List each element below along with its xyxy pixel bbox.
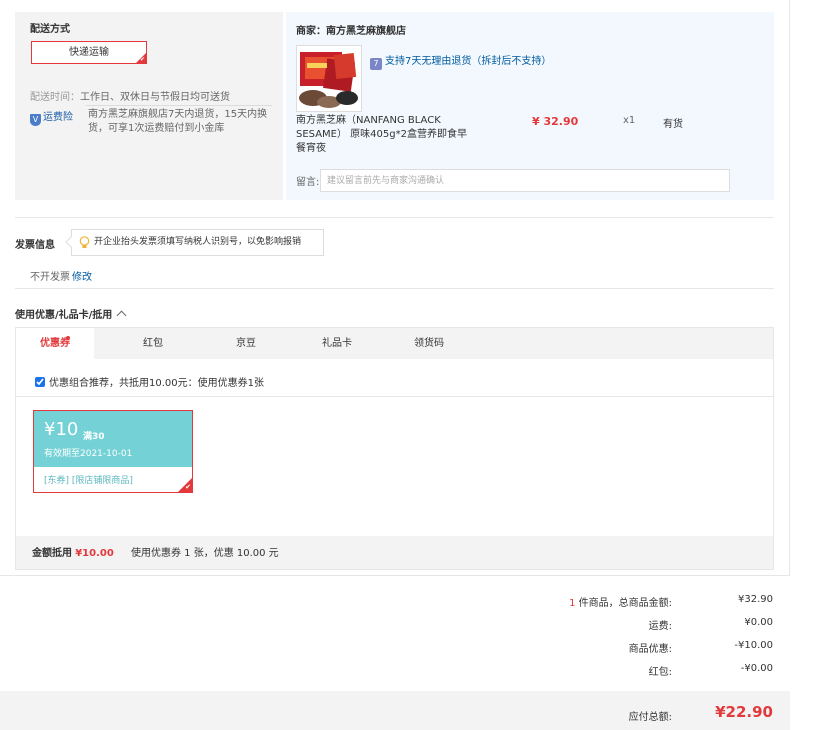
divider (86, 105, 272, 106)
tooltip-arrow (65, 236, 77, 248)
tab-claim-code[interactable]: 领货码 (390, 328, 468, 359)
shield-icon: V (30, 114, 41, 126)
deduction-detail: 使用优惠券 1 张，优惠 10.00 元 (130, 548, 279, 559)
product-price: ¥ 32.90 (532, 115, 579, 128)
delivery-time: 配送时间：工作日、双休日与节假日均可送货 (30, 88, 230, 103)
coupon-expiry: 有效期至2021-10-01 (44, 449, 133, 459)
invoice-title: 发票信息 (15, 240, 55, 251)
delivery-title: 配送方式 (30, 24, 70, 35)
message-label: 留言: (296, 177, 320, 188)
deduction-amount: ¥10.00 (75, 548, 114, 559)
tab-coupon[interactable]: 优惠券 (16, 328, 94, 359)
invoice-edit-link[interactable]: 修改 (72, 268, 92, 283)
coupon-section-toggle[interactable]: 使用优惠/礼品卡/抵用 (15, 306, 127, 321)
tab-label: 优惠券 (40, 338, 70, 349)
item-count: 1 (569, 598, 576, 609)
delivery-time-label: 配送时间： (30, 92, 80, 103)
combo-text: 优惠组合推荐，共抵用10.00元：使用优惠券1张 (49, 378, 264, 389)
product-thumbnail[interactable] (296, 45, 362, 112)
coupon-amount: ¥10 (44, 419, 79, 440)
coupon-tags: [东券] [限店铺限商品] (44, 476, 133, 486)
items-total-label: 1 件商品，总商品金额: (569, 594, 672, 609)
discount-label: 商品优惠: (628, 644, 672, 655)
express-shipping-option[interactable]: 快递运输 ✔ (31, 41, 147, 64)
red-packet-label: 红包: (648, 667, 672, 678)
check-icon: ✔ (185, 483, 191, 491)
return-policy-label: 支持7天无理由退货（拆封后不支持） (385, 56, 552, 67)
coupon-card[interactable]: ¥10 满30 有效期至2021-10-01 [东券] [限店铺限商品] ✔ (33, 410, 193, 493)
shipping-insurance-text: 南方黑芝麻旗舰店7天内退货，15天内换货，可享1次运费赔付到小金库 (88, 109, 268, 134)
express-shipping-label: 快递运输 (69, 47, 109, 58)
coupon-condition: 满30 (83, 432, 105, 442)
coupon-footer-text: 金额抵用 ¥10.00 使用优惠券 1 张，优惠 10.00 元 (32, 544, 279, 559)
tab-gift-card[interactable]: 礼品卡 (298, 328, 376, 359)
product-name[interactable]: 南方黑芝麻（NANFANG BLACK SESAME） 原味405g*2盒营养即… (296, 114, 471, 156)
red-packet-value: -¥0.00 (740, 663, 773, 674)
stock-status: 有货 (663, 119, 683, 130)
tab-label: 礼品卡 (322, 338, 352, 349)
items-label: 件商品，总商品金额: (578, 598, 672, 609)
check-icon: ✔ (139, 56, 145, 63)
shipping-insurance-badge[interactable]: V 运费险 (30, 108, 73, 126)
coupon-section-title: 使用优惠/礼品卡/抵用 (15, 310, 113, 321)
invoice-status: 不开发票 (30, 272, 70, 283)
tab-label: 领货码 (414, 338, 444, 349)
shipping-insurance-label: 运费险 (43, 112, 73, 123)
message-input[interactable] (320, 169, 730, 192)
shop-name: 商家：南方黑芝麻旗舰店 (296, 26, 406, 37)
delivery-time-value: 工作日、双休日与节假日均可送货 (80, 92, 230, 103)
divider (0, 575, 790, 576)
deduction-label: 金额抵用 (32, 548, 72, 559)
shipping-fee-label: 运费: (648, 621, 672, 632)
divider (15, 288, 774, 289)
panel-right-border (789, 0, 790, 575)
product-quantity: x1 (623, 115, 636, 126)
delivery-panel: 配送方式 快递运输 ✔ 配送时间：工作日、双休日与节假日均可送货 V 运费险 南方… (15, 12, 283, 200)
divider (16, 396, 773, 397)
shipping-fee-value: ¥0.00 (744, 617, 773, 628)
payable-label: 应付总额: (628, 712, 672, 723)
payable-total: ¥22.90 (715, 703, 773, 721)
return-policy[interactable]: 7 支持7天无理由退货（拆封后不支持） (370, 52, 551, 70)
tab-label: 京豆 (236, 338, 256, 349)
new-dot-icon (66, 336, 70, 340)
product-image-icon (297, 46, 361, 111)
combo-recommend[interactable]: 优惠组合推荐，共抵用10.00元：使用优惠券1张 (35, 374, 264, 389)
invoice-tip: 开企业抬头发票须填写纳税人识别号，以免影响报销 (65, 229, 324, 256)
combo-checkbox[interactable] (35, 377, 45, 387)
items-total-value: ¥32.90 (738, 594, 773, 605)
return-policy-icon: 7 (370, 58, 382, 70)
tab-label: 红包 (143, 338, 163, 349)
merchant-panel: 商家：南方黑芝麻旗舰店 7 支持7天无理由退货（拆封后不支持） 南方黑芝麻（NAN… (286, 12, 774, 200)
chevron-up-icon (116, 310, 127, 321)
tab-jd-beans[interactable]: 京豆 (207, 328, 285, 359)
invoice-tip-text: 开企业抬头发票须填写纳税人识别号，以免影响报销 (94, 237, 302, 247)
discount-value: -¥10.00 (734, 640, 773, 651)
tab-red-packet[interactable]: 红包 (114, 328, 192, 359)
coupon-header: ¥10 满30 有效期至2021-10-01 (34, 411, 192, 467)
divider (15, 217, 774, 218)
lightbulb-icon (79, 236, 90, 248)
